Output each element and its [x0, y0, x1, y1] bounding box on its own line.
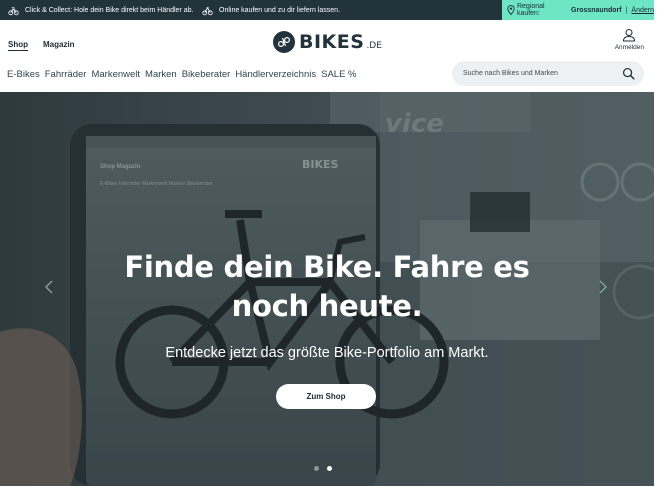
- hero-slider: vice Shop Magazin BIKES E-Bikes Fahrräde…: [0, 92, 654, 486]
- hero-title: Finde dein Bike. Fahre es noch heute.: [0, 248, 654, 326]
- top-info-bar: Click & Collect: Hole dein Bike direkt b…: [0, 0, 654, 20]
- nav-items: E-Bikes Fahrräder Markenwelt Marken Bike…: [7, 69, 357, 80]
- search-icon[interactable]: [622, 67, 635, 80]
- click-collect-text: Click & Collect: Hole dein Bike direkt b…: [25, 6, 194, 14]
- region-separator: |: [625, 6, 628, 14]
- region-label: Regional kaufen:: [516, 3, 545, 17]
- scroll-gutter: [654, 0, 660, 494]
- site-header: Shop Magazin BIKES .DE Anmelden: [0, 20, 654, 64]
- hero-title-line1: Finde dein Bike. Fahre es: [124, 250, 530, 284]
- bikes-logo[interactable]: BIKES .DE: [273, 30, 382, 54]
- nav-item-marken[interactable]: Marken: [145, 69, 177, 80]
- nav-item-ebikes[interactable]: E-Bikes: [7, 69, 40, 80]
- region-selector[interactable]: Regional kaufen: Grossnaundorf | Ändern: [502, 0, 654, 20]
- online-info: Online kaufen und zu dir liefern lassen.: [202, 0, 340, 20]
- click-collect-info: Click & Collect: Hole dein Bike direkt b…: [8, 0, 193, 20]
- page-bottom-strip: [0, 486, 654, 494]
- slider-dot-2[interactable]: [327, 466, 332, 471]
- bike-dealer-icon: [8, 6, 19, 15]
- tab-magazin[interactable]: Magazin: [43, 40, 75, 49]
- slider-dot-1[interactable]: [314, 466, 319, 471]
- nav-item-sale[interactable]: SALE %: [321, 69, 356, 80]
- nav-item-fahrraeder[interactable]: Fahrräder: [45, 69, 87, 80]
- nav-item-markenwelt[interactable]: Markenwelt: [91, 69, 140, 80]
- tab-shop[interactable]: Shop: [8, 40, 28, 51]
- user-icon: [623, 29, 636, 42]
- online-text: Online kaufen und zu dir liefern lassen.: [219, 6, 341, 14]
- logo-tld: .DE: [366, 41, 382, 51]
- nav-item-bikeberater[interactable]: Bikeberater: [182, 69, 231, 80]
- logo-text: BIKES: [299, 31, 365, 53]
- location-pin-icon: [507, 5, 515, 15]
- zum-shop-button[interactable]: Zum Shop: [276, 384, 376, 409]
- login-button[interactable]: Anmelden: [615, 28, 644, 51]
- hero-title-line2: noch heute.: [231, 289, 423, 323]
- logo-badge-icon: [273, 31, 295, 53]
- hero-subtitle: Entdecke jetzt das größte Bike-Portfolio…: [165, 345, 489, 361]
- search-bar[interactable]: Suche nach Bikes und Marken: [452, 61, 644, 86]
- region-value: Grossnaundorf: [571, 6, 622, 14]
- bike-icon: [202, 6, 213, 15]
- login-label: Anmelden: [614, 44, 644, 51]
- slider-dots: [314, 466, 332, 471]
- change-region-link[interactable]: Ändern: [631, 7, 654, 14]
- search-input[interactable]: Suche nach Bikes und Marken: [463, 70, 558, 77]
- nav-item-haendlerverzeichnis[interactable]: Händlerverzeichnis: [235, 69, 316, 80]
